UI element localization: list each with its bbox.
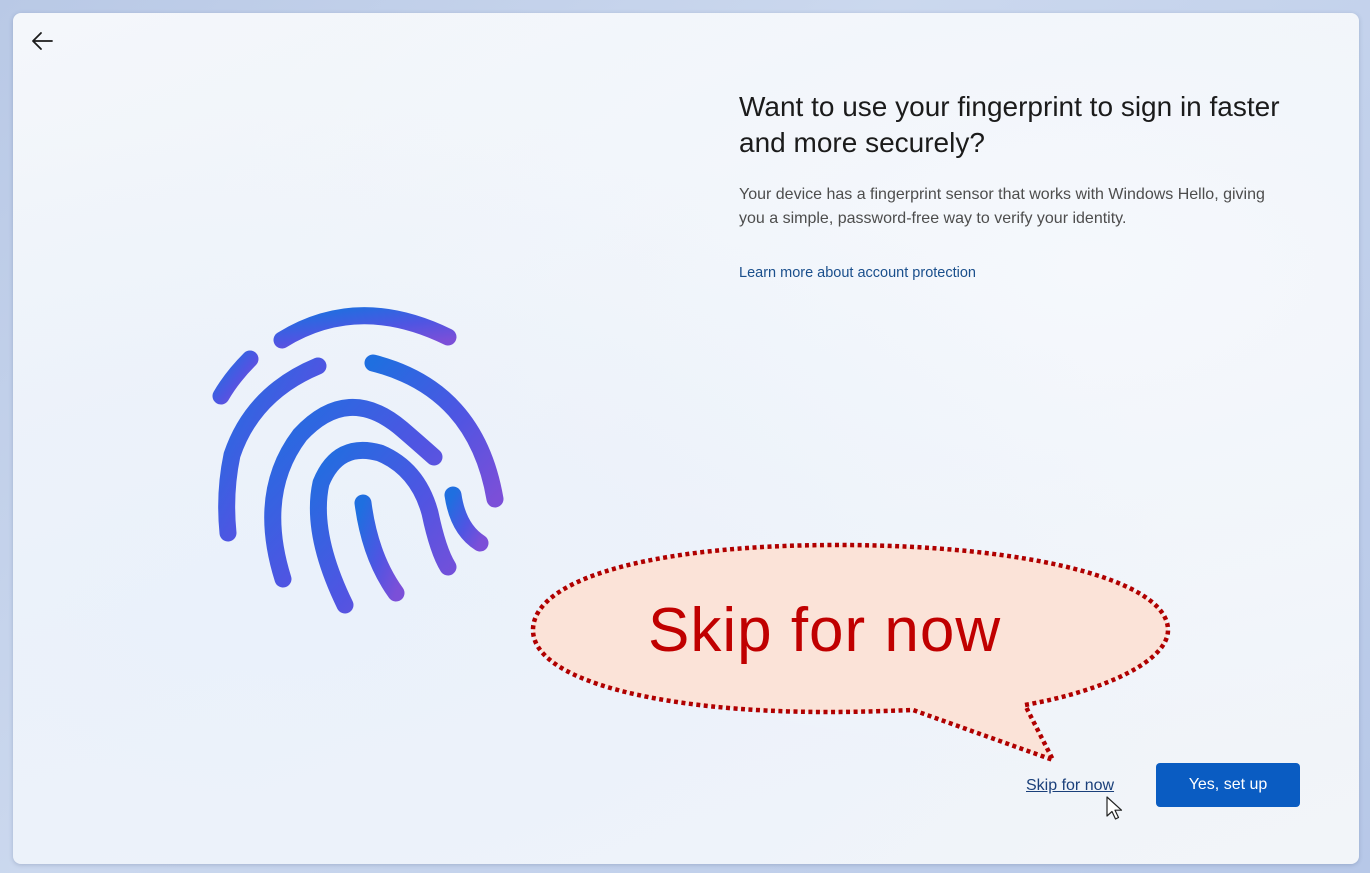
back-button[interactable] [27,27,57,55]
mouse-pointer-icon [1106,796,1123,820]
yes-set-up-button[interactable]: Yes, set up [1156,763,1300,807]
arrow-left-icon [32,32,53,50]
setup-window: Want to use your fingerprint to sign in … [13,13,1359,864]
learn-more-link[interactable]: Learn more about account protection [739,265,976,281]
skip-for-now-link[interactable]: Skip for now [1026,777,1114,795]
fingerprint-icon [212,307,504,614]
callout-text: Skip for now [648,596,1002,665]
main-content: Want to use your fingerprint to sign in … [739,89,1299,282]
page-description: Your device has a fingerprint sensor tha… [739,186,1265,227]
page-title: Want to use your fingerprint to sign in … [739,91,1280,158]
